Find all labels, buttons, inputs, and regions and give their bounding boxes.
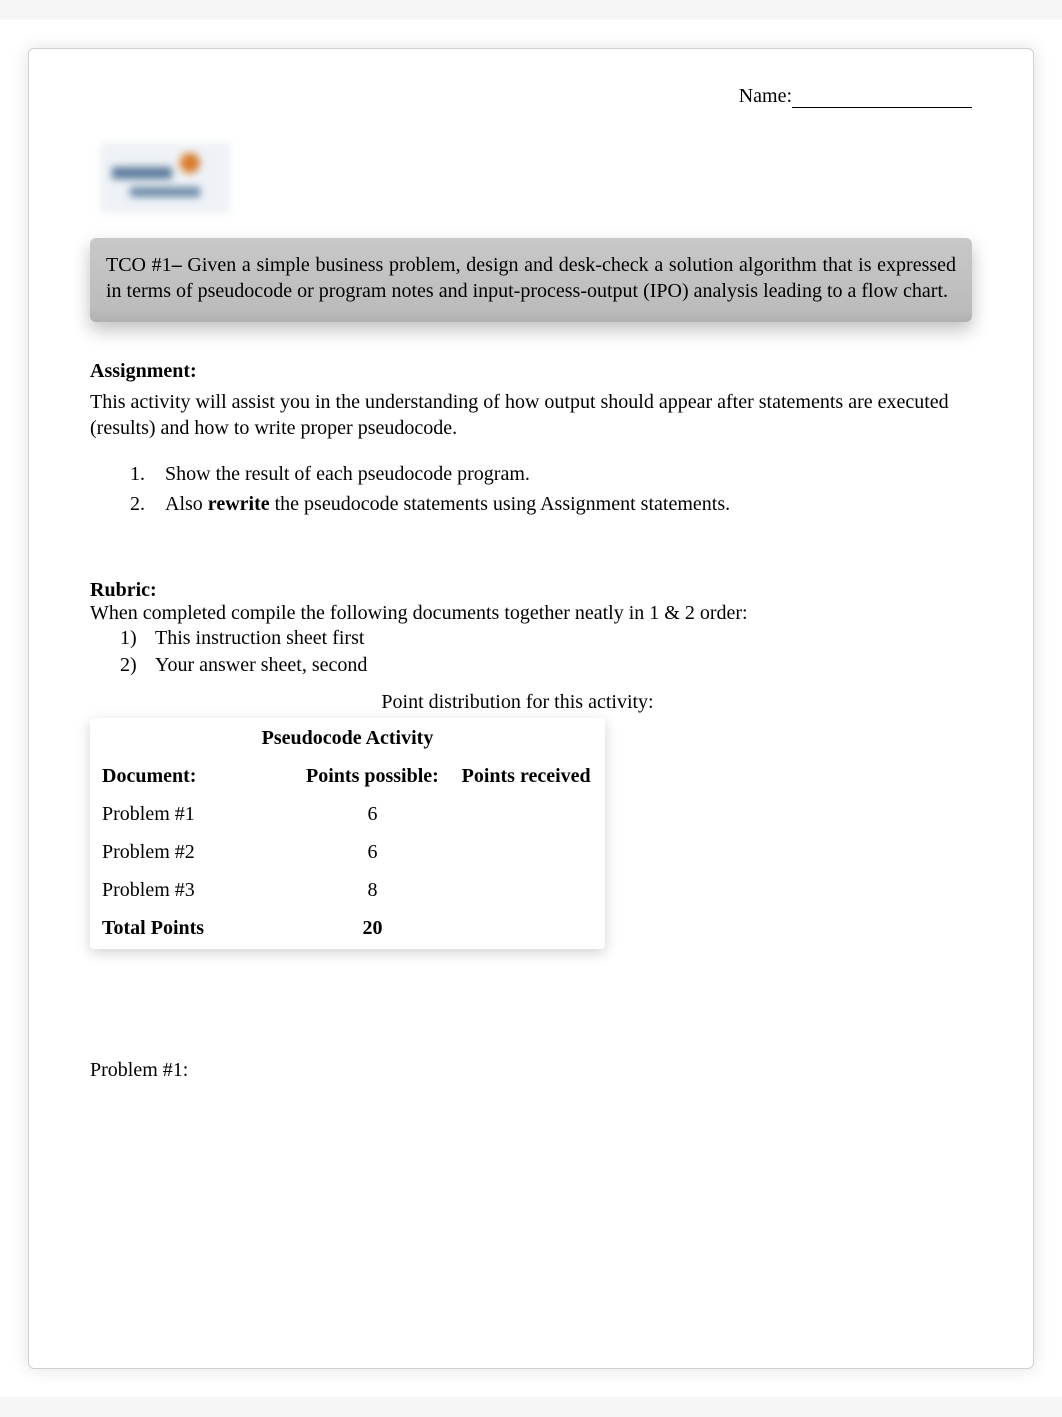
assignment-steps: 1. Show the result of each pseudocode pr… xyxy=(90,459,972,519)
logo-icon xyxy=(100,143,230,213)
step-number: 2. xyxy=(130,489,145,519)
page: Name: TCO #1– Given a simple business pr… xyxy=(0,20,1062,1397)
table-title: Pseudocode Activity xyxy=(94,721,601,756)
name-field-row: Name: xyxy=(90,85,972,108)
step-prefix: Also xyxy=(165,493,208,515)
table-row: Problem #2 6 xyxy=(94,835,601,870)
total-points-possible: 20 xyxy=(298,911,448,946)
cell-points-possible: 6 xyxy=(298,835,448,870)
tco-text: Given a simple business problem, design … xyxy=(106,254,956,302)
total-points-received[interactable] xyxy=(451,911,601,946)
cell-document: Problem #1 xyxy=(94,797,294,832)
table-row: Problem #1 6 xyxy=(94,797,601,832)
step-text: Show the result of each pseudocode progr… xyxy=(165,463,530,485)
cell-points-received[interactable] xyxy=(451,797,601,832)
step-suffix: the pseudocode statements using Assignme… xyxy=(270,493,731,515)
step-bold: rewrite xyxy=(208,493,270,515)
rubric-items: 1) This instruction sheet first 2) Your … xyxy=(90,625,972,679)
cell-points-possible: 6 xyxy=(298,797,448,832)
rubric-text: Your answer sheet, second xyxy=(155,654,367,676)
cell-points-possible: 8 xyxy=(298,873,448,908)
name-label: Name: xyxy=(739,85,792,107)
grade-table: Pseudocode Activity Document: Points pos… xyxy=(90,718,605,949)
page-content: Name: TCO #1– Given a simple business pr… xyxy=(35,55,1027,1362)
rubric-intro: When completed compile the following doc… xyxy=(90,602,748,624)
assignment-step-1: 1. Show the result of each pseudocode pr… xyxy=(130,459,972,489)
cell-points-received[interactable] xyxy=(451,873,601,908)
assignment-heading: Assignment: xyxy=(90,360,972,383)
rubric-item-1: 1) This instruction sheet first xyxy=(120,625,972,652)
table-title-row: Pseudocode Activity xyxy=(94,721,601,756)
rubric-heading: Rubric: xyxy=(90,579,157,601)
table-row: Problem #3 8 xyxy=(94,873,601,908)
rubric-item-2: 2) Your answer sheet, second xyxy=(120,652,972,679)
cell-document: Problem #3 xyxy=(94,873,294,908)
header-points-possible: Points possible: xyxy=(298,759,448,794)
step-number: 1. xyxy=(130,459,145,489)
rubric-num: 2) xyxy=(120,652,137,679)
table-header-row: Document: Points possible: Points receiv… xyxy=(94,759,601,794)
total-label: Total Points xyxy=(94,911,294,946)
rubric-block: Rubric: When completed compile the follo… xyxy=(90,579,972,679)
problem-1-label: Problem #1: xyxy=(90,1059,972,1082)
tco-dash: – xyxy=(172,254,188,276)
name-blank-line[interactable] xyxy=(792,107,972,108)
grade-table-wrapper: Pseudocode Activity Document: Points pos… xyxy=(90,718,605,949)
rubric-text: This instruction sheet first xyxy=(155,627,364,649)
tco-box: TCO #1– Given a simple business problem,… xyxy=(90,238,972,322)
header-document: Document: xyxy=(94,759,294,794)
table-total-row: Total Points 20 xyxy=(94,911,601,946)
rubric-num: 1) xyxy=(120,625,137,652)
cell-points-received[interactable] xyxy=(451,835,601,870)
cell-document: Problem #2 xyxy=(94,835,294,870)
point-distribution-caption: Point distribution for this activity: xyxy=(260,691,775,714)
tco-prefix: TCO #1 xyxy=(106,254,172,276)
logo xyxy=(100,143,972,213)
header-points-received: Points received xyxy=(451,759,601,794)
assignment-step-2: 2. Also rewrite the pseudocode statement… xyxy=(130,489,972,519)
assignment-intro: This activity will assist you in the und… xyxy=(90,389,972,441)
